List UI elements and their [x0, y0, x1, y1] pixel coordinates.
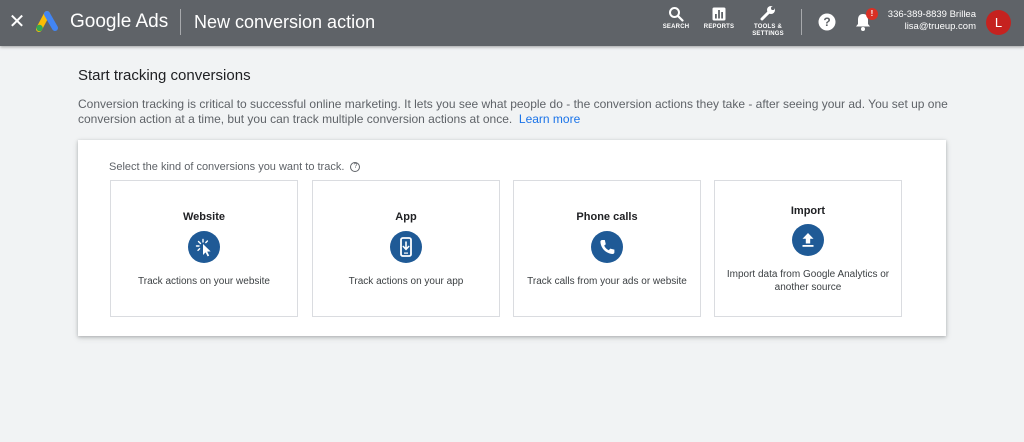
header-divider — [180, 9, 181, 35]
option-website[interactable]: Website Track actions on your website — [110, 180, 298, 317]
learn-more-link[interactable]: Learn more — [519, 112, 580, 126]
option-description: Import data from Google Analytics or ano… — [726, 269, 890, 293]
option-title: Website — [183, 211, 225, 223]
prompt-text: Select the kind of conversions you want … — [109, 161, 345, 173]
conversion-kind-prompt: Select the kind of conversions you want … — [109, 161, 361, 174]
option-description: Track actions on your website — [138, 276, 270, 287]
option-description: Track actions on your app — [348, 276, 464, 287]
svg-text:?: ? — [823, 15, 830, 29]
account-phone: 336-389-8839 Brillea — [887, 9, 976, 20]
option-description: Track calls from your ads or website — [527, 276, 687, 287]
mobile-app-icon — [390, 231, 422, 263]
account-info[interactable]: 336-389-8839 Brillea lisa@trueup.com — [870, 9, 976, 33]
description-text: Conversion tracking is critical to succe… — [78, 97, 948, 126]
upload-icon — [792, 224, 824, 256]
help-outline-icon[interactable]: ? — [350, 162, 361, 172]
intro-description: Conversion tracking is critical to succe… — [78, 97, 958, 127]
avatar[interactable]: L — [986, 10, 1011, 35]
top-app-bar: ✕ Google Ads New conversion action SEARC… — [0, 0, 1024, 46]
google-ads-logo — [36, 11, 58, 32]
option-import[interactable]: Import Import data from Google Analytics… — [714, 180, 902, 317]
option-title: Phone calls — [576, 211, 638, 223]
search-icon — [669, 7, 684, 22]
page-title: New conversion action — [194, 12, 376, 32]
website-click-icon — [188, 231, 220, 263]
account-email: lisa@trueup.com — [904, 21, 976, 32]
section-title: Start tracking conversions — [78, 67, 251, 84]
option-app[interactable]: App Track actions on your app — [312, 180, 500, 317]
search-button[interactable]: SEARCH — [660, 6, 692, 31]
reports-label: REPORTS — [703, 24, 735, 30]
option-title: Import — [790, 205, 826, 217]
header-divider-2 — [801, 9, 802, 35]
conversion-type-card: Select the kind of conversions you want … — [78, 140, 946, 336]
close-icon[interactable]: ✕ — [8, 11, 26, 33]
tools-settings-button[interactable]: TOOLS & SETTINGS — [748, 4, 788, 38]
help-icon[interactable]: ? — [818, 13, 836, 31]
option-title: App — [395, 211, 417, 223]
option-phone-calls[interactable]: Phone calls Track calls from your ads or… — [513, 180, 701, 317]
reports-icon — [712, 7, 726, 21]
tools-settings-label: TOOLS & SETTINGS — [752, 24, 784, 37]
product-name: Google Ads — [70, 11, 169, 32]
wrench-icon — [760, 6, 775, 21]
phone-icon — [591, 231, 623, 263]
reports-button[interactable]: REPORTS — [701, 6, 737, 31]
search-label: SEARCH — [662, 24, 690, 30]
